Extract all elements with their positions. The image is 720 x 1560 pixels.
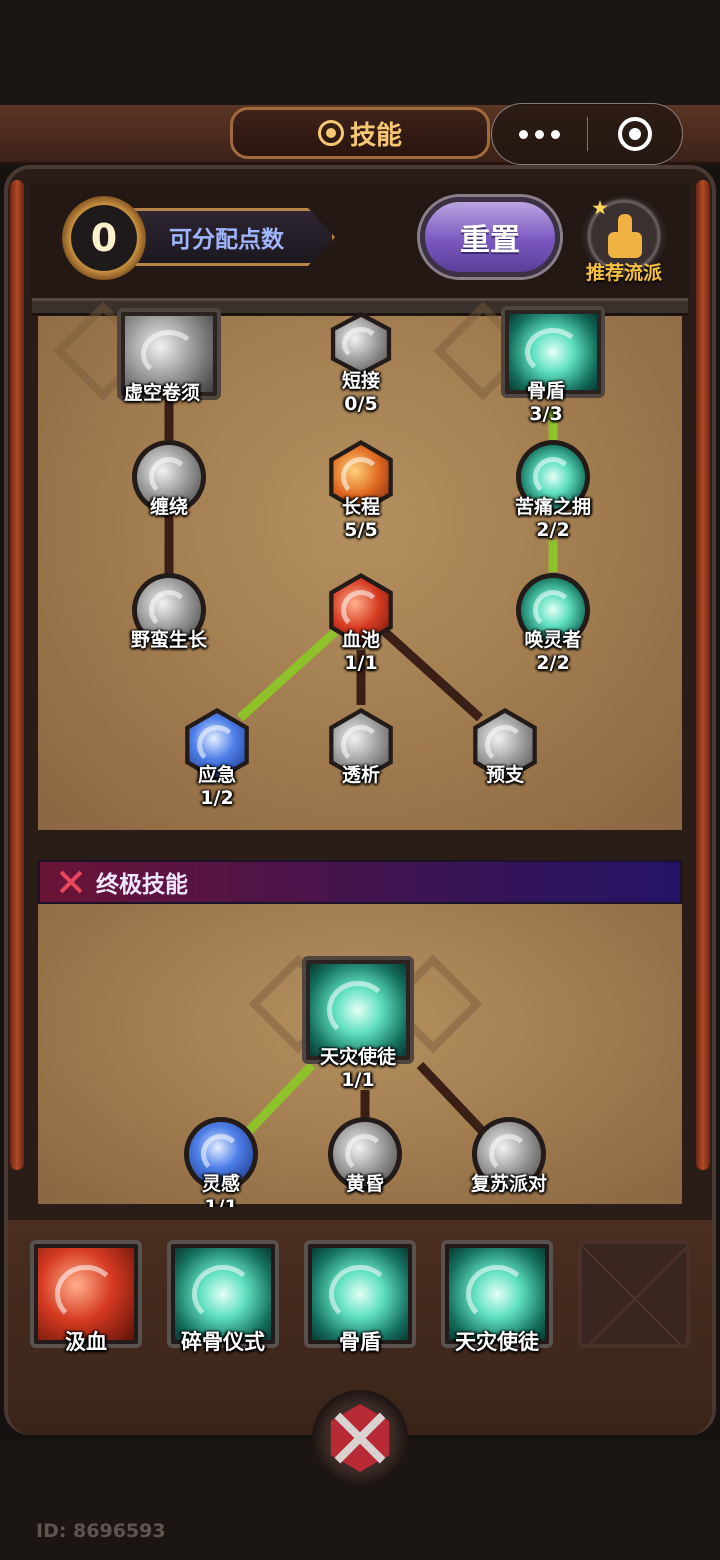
ultimate-section-header: 终极技能 (38, 860, 682, 904)
reset-button[interactable]: 重置 (420, 197, 560, 277)
pentagram-icon (317, 120, 344, 146)
points-counter: 0 (62, 196, 146, 280)
right-rail (696, 180, 710, 1170)
left-rail (10, 180, 24, 1170)
crossed-swords-close-icon[interactable] (312, 1390, 408, 1486)
recommend-build-button[interactable]: 推荐流派 (578, 194, 670, 294)
page-title: 技能 (349, 120, 402, 151)
skill-node-short-circuit[interactable]: 短接 0/5 (316, 312, 406, 415)
empty-slot-icon (578, 1240, 690, 1348)
user-id: ID: 8696593 (36, 1520, 166, 1542)
equipped-slot-4[interactable]: 天灾使徒 (441, 1240, 553, 1364)
crossed-blades-icon (58, 871, 84, 893)
skill-node-long-range[interactable]: 长程 5/5 (316, 440, 406, 541)
skill-node-agony-embrace[interactable]: 苦痛之拥 2/2 (508, 440, 598, 541)
skill-node-void-tendril[interactable]: 虚空卷须 (117, 308, 221, 405)
close-circle-icon[interactable] (588, 117, 683, 151)
skill-node-emergency[interactable]: 应急 1/2 (172, 708, 262, 809)
ultimate-node-scourge-apostle[interactable]: 天灾使徒 1/1 (302, 956, 414, 1091)
mini-program-capsule (491, 103, 683, 165)
skill-node-bone-shield[interactable]: 骨盾 3/3 (501, 306, 605, 425)
skill-node-dialysis[interactable]: 透析 (316, 708, 406, 787)
recommend-build-label: 推荐流派 (585, 262, 662, 284)
reset-button-label: 重置 (460, 223, 520, 258)
equipped-slot-3[interactable]: 骨盾 (304, 1240, 416, 1364)
title-plate: 技能 (230, 107, 490, 159)
ultimate-section-title: 终极技能 (96, 872, 188, 898)
ultimate-node-revival-party[interactable]: 复苏派对 (464, 1117, 554, 1196)
skill-node-blood-pool[interactable]: 血池 1/1 (316, 573, 406, 674)
more-icon[interactable] (492, 129, 587, 139)
points-value: 0 (90, 216, 118, 260)
ultimate-node-dusk[interactable]: 黄昏 (320, 1117, 410, 1196)
ultimate-node-inspiration[interactable]: 灵感 1/1 (176, 1117, 266, 1207)
points-label: 可分配点数 (169, 227, 284, 253)
skill-node-wild-growth[interactable]: 野蛮生长 (124, 573, 214, 652)
top-background (0, 0, 720, 105)
equipped-slot-5-empty[interactable] (578, 1240, 690, 1364)
equipped-slot-2[interactable]: 碎骨仪式 (167, 1240, 279, 1364)
skill-node-advance-pay[interactable]: 预支 (460, 708, 550, 787)
skill-node-entangle[interactable]: 缠绕 (124, 440, 214, 519)
skill-node-summoner[interactable]: 唤灵者 2/2 (508, 573, 598, 674)
equipped-slot-1[interactable]: 汲血 (30, 1240, 142, 1364)
